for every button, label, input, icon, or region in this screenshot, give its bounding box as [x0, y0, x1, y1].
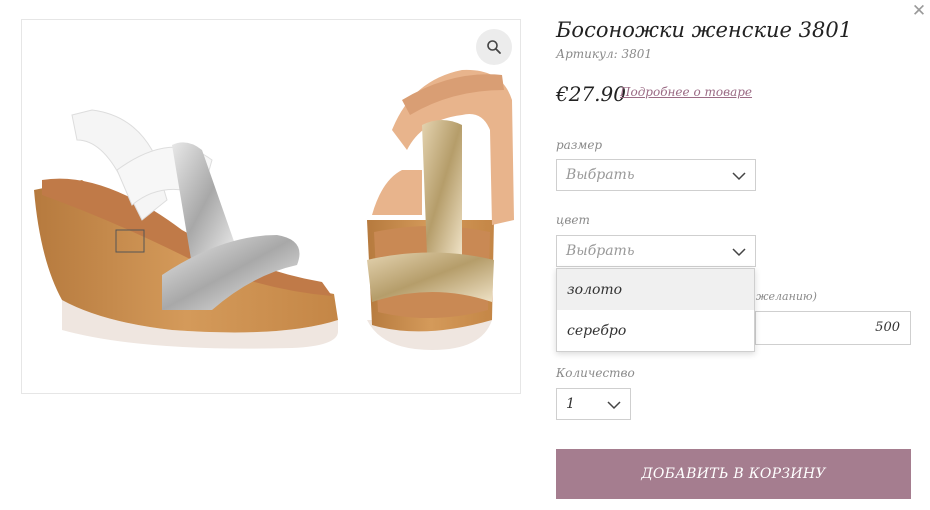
chevron-down-icon	[607, 401, 621, 410]
sku: Артикул: 3801	[556, 47, 652, 61]
product-details-link[interactable]: Подробнее о товаре	[620, 85, 752, 99]
color-label: цвет	[556, 213, 590, 227]
chevron-down-icon	[732, 172, 746, 181]
close-button[interactable]: ✕	[908, 0, 930, 22]
quantity-select[interactable]: 1	[556, 388, 631, 420]
add-to-cart-button[interactable]: ДОБАВИТЬ В КОРЗИНУ	[556, 449, 911, 499]
size-select[interactable]: Выбрать	[556, 159, 756, 191]
magnifier-icon	[487, 40, 501, 54]
sku-label: Артикул:	[556, 47, 618, 61]
color-option-gold[interactable]: золото	[557, 269, 754, 310]
custom-field-label: желанию)	[756, 290, 817, 303]
color-select[interactable]: Выбрать	[556, 235, 756, 267]
product-price: €27.90	[556, 82, 626, 106]
sku-value: 3801	[621, 47, 653, 61]
quantity-label: Количество	[556, 366, 635, 380]
color-option-silver[interactable]: серебро	[557, 310, 754, 351]
product-image	[34, 69, 514, 350]
custom-value: 500	[875, 320, 900, 335]
product-image-gallery[interactable]	[21, 19, 521, 394]
close-icon: ✕	[911, 1, 927, 21]
zoom-button[interactable]	[476, 29, 512, 65]
size-label: размер	[556, 138, 603, 152]
color-select-value: Выбрать	[566, 243, 635, 259]
quantity-value: 1	[566, 396, 575, 412]
size-select-value: Выбрать	[566, 167, 635, 183]
product-title: Босоножки женские 3801	[556, 18, 853, 42]
color-options-dropdown: золото серебро	[556, 268, 755, 352]
chevron-down-icon	[732, 248, 746, 257]
custom-value-input[interactable]: 500	[755, 311, 911, 345]
